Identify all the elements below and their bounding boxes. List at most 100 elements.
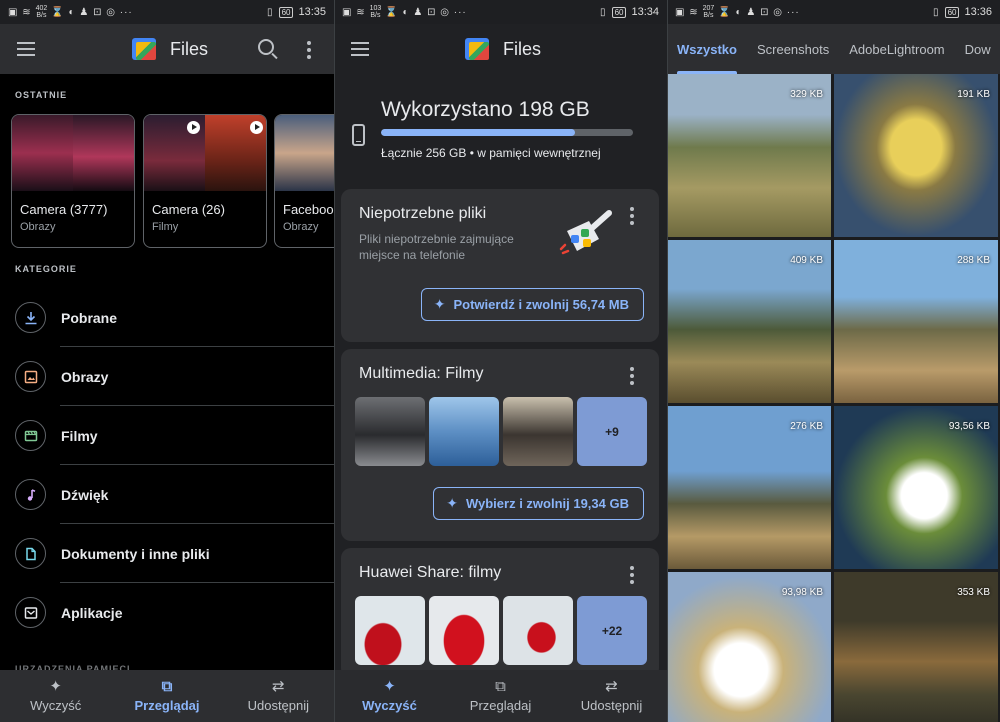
top-app-bar: Files <box>334 24 667 74</box>
storage-title: Wykorzystano 198 GB <box>381 98 590 121</box>
tab-screenshots[interactable]: Screenshots <box>747 24 839 74</box>
image-thumbnail[interactable]: 93,56 KB <box>834 406 998 569</box>
card-overflow-menu-icon[interactable] <box>627 367 637 385</box>
swap-icon: ⇄ <box>605 678 618 695</box>
category-audio[interactable]: Dźwięk <box>0 465 334 524</box>
junk-files-card: Niepotrzebne pliki Pliki niepotrzebnie z… <box>341 189 659 342</box>
recent-card-name: Facebook <box>283 202 334 217</box>
swap-icon: ⇄ <box>272 678 285 695</box>
tab-all[interactable]: Wszystko <box>667 24 747 74</box>
media-thumbnail[interactable] <box>429 397 499 466</box>
file-size: 93,56 KB <box>948 421 990 432</box>
card-title: Niepotrzebne pliki <box>359 205 487 222</box>
nav-share[interactable]: ⇄ Udostępnij <box>223 670 334 722</box>
menu-icon[interactable] <box>17 42 35 56</box>
play-icon <box>187 121 200 134</box>
tab-adobe-lightroom[interactable]: AdobeLightroom <box>839 24 954 74</box>
notification-icons: ⌛ ◐ ♟ ⊡ ◎ ··· <box>51 6 133 18</box>
battery-icon: 60 <box>278 6 294 18</box>
select-free-button[interactable]: ✦ Wybierz i zwolnij 19,34 GB <box>433 487 644 520</box>
category-label: Aplikacje <box>61 604 123 621</box>
recent-thumbnail <box>275 115 334 191</box>
tab-downloads[interactable]: Dow <box>955 24 1000 74</box>
category-label: Dokumenty i inne pliki <box>61 545 210 562</box>
download-icon <box>15 302 46 333</box>
recent-section-label: OSTATNIE <box>15 90 68 100</box>
image-thumbnail[interactable]: 276 KB <box>667 406 831 569</box>
card-overflow-menu-icon[interactable] <box>627 566 637 584</box>
app-title: Files <box>503 38 542 59</box>
file-size: 276 KB <box>790 421 823 432</box>
nav-browse[interactable]: ⧉ Przeglądaj <box>445 670 556 722</box>
browse-icon: ⧉ <box>495 678 506 695</box>
card-title: Multimedia: Filmy <box>359 365 484 382</box>
status-icons: ▣ ≋ <box>8 6 32 18</box>
more-thumbnail[interactable]: +9 <box>577 397 647 466</box>
card-description: Pliki niepotrzebnie zajmujące miejsce na… <box>359 232 514 262</box>
clock: 13:35 <box>298 6 326 18</box>
nav-label: Przeglądaj <box>134 698 200 713</box>
nav-clean[interactable]: ✦ Wyczyść <box>0 670 111 722</box>
file-size: 329 KB <box>790 89 823 100</box>
image-thumbnail[interactable]: 329 KB <box>667 74 831 237</box>
clock: 13:36 <box>964 6 992 18</box>
category-downloads[interactable]: Pobrane <box>0 288 334 347</box>
more-thumbnail[interactable]: +22 <box>577 596 647 665</box>
media-thumbnail[interactable] <box>355 397 425 466</box>
recent-thumbnail <box>12 115 134 191</box>
file-size: 353 KB <box>957 587 990 598</box>
status-bar: ▣ ≋ 103 B/s ⌛ ◐ ♟ ⊡ ◎ ··· ▯ 60 13:34 <box>334 0 667 24</box>
category-documents[interactable]: Dokumenty i inne pliki <box>0 524 334 583</box>
media-thumbnail[interactable] <box>355 596 425 665</box>
media-thumbnail[interactable] <box>503 596 573 665</box>
battery-icon: 60 <box>944 6 960 18</box>
confirm-free-button[interactable]: ✦ Potwierdź i zwolnij 56,74 MB <box>420 288 644 321</box>
recent-card-camera-video[interactable]: Camera (26) Filmy <box>143 114 267 248</box>
files-logo-icon <box>132 38 160 60</box>
menu-icon[interactable] <box>351 42 369 56</box>
sparkle-icon: ✦ <box>433 296 446 312</box>
image-thumbnail[interactable]: 409 KB <box>667 240 831 403</box>
recent-card-camera[interactable]: Camera (3777) Obrazy <box>11 114 135 248</box>
app-icon <box>15 597 46 628</box>
notification-icons: ⌛ ◐ ♟ ⊡ ◎ ··· <box>385 6 467 18</box>
nav-label: Wyczyść <box>30 698 82 713</box>
browse-screen: ▣ ≋ 402 B/s ⌛ ◐ ♟ ⊡ ◎ ··· ▯ 60 13:35 File… <box>0 0 334 722</box>
overflow-menu-icon[interactable] <box>304 41 314 59</box>
file-size: 409 KB <box>790 255 823 266</box>
nav-share[interactable]: ⇄ Udostępnij <box>556 670 667 722</box>
browse-icon: ⧉ <box>161 678 173 695</box>
bottom-navigation: ✦ Wyczyść ⧉ Przeglądaj ⇄ Udostępnij <box>334 670 667 722</box>
music-note-icon <box>15 479 46 510</box>
vibrate-icon: ▯ <box>600 6 607 18</box>
image-thumbnail[interactable]: 353 KB <box>834 572 998 722</box>
category-images[interactable]: Obrazy <box>0 347 334 406</box>
media-thumbnail[interactable] <box>429 596 499 665</box>
category-videos[interactable]: Filmy <box>0 406 334 465</box>
phone-icon <box>352 124 365 146</box>
recent-card-facebook[interactable]: Facebook Obrazy <box>274 114 334 248</box>
nav-label: Wyczyść <box>362 698 417 713</box>
network-speed: 402 B/s <box>35 5 48 19</box>
storage-summary[interactable]: Wykorzystano 198 GB Łącznie 256 GB • w p… <box>334 74 667 186</box>
image-thumbnail[interactable]: 191 KB <box>834 74 998 237</box>
image-thumbnail[interactable]: 288 KB <box>834 240 998 403</box>
search-icon[interactable] <box>258 39 274 55</box>
play-icon <box>250 121 263 134</box>
recent-thumbnail <box>144 115 266 191</box>
button-label: Potwierdź i zwolnij 56,74 MB <box>453 297 629 312</box>
button-label: Wybierz i zwolnij 19,34 GB <box>465 496 629 511</box>
document-icon <box>15 538 46 569</box>
file-size: 288 KB <box>957 255 990 266</box>
vibrate-icon: ▯ <box>933 6 940 18</box>
category-apps[interactable]: Aplikacje <box>0 583 334 642</box>
images-screen: ▣ ≋ 207 B/s ⌛ ◐ ♟ ⊡ ◎ ··· ▯ 60 13:36 Wszy… <box>667 0 1000 722</box>
card-overflow-menu-icon[interactable] <box>627 207 637 225</box>
nav-clean[interactable]: ✦ Wyczyść <box>334 670 445 722</box>
categories-section-label: KATEGORIE <box>15 264 77 274</box>
media-thumbnail[interactable] <box>503 397 573 466</box>
nav-browse[interactable]: ⧉ Przeglądaj <box>111 670 222 722</box>
recent-card-name: Camera (3777) <box>20 202 108 217</box>
network-speed: 207 B/s <box>702 5 715 19</box>
image-thumbnail[interactable]: 93,98 KB <box>667 572 831 722</box>
